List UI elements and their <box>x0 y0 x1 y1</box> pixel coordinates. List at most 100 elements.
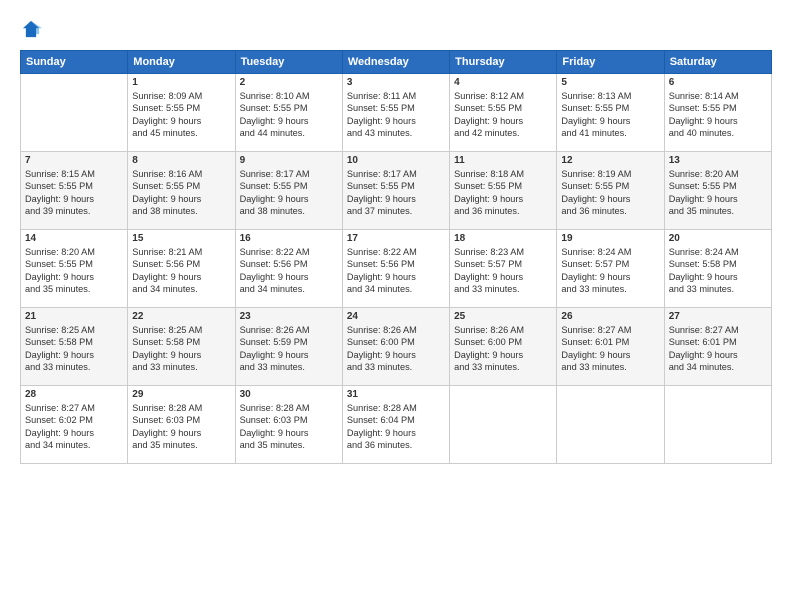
logo <box>20 18 46 40</box>
day-header-tuesday: Tuesday <box>235 51 342 74</box>
calendar-table: SundayMondayTuesdayWednesdayThursdayFrid… <box>20 50 772 464</box>
day-number: 7 <box>25 155 123 166</box>
cell-content: Sunrise: 8:24 AMSunset: 5:58 PMDaylight:… <box>669 246 767 296</box>
day-number: 10 <box>347 155 445 166</box>
cell-line: and 43 minutes. <box>347 127 445 139</box>
cell-line: Daylight: 9 hours <box>347 349 445 361</box>
cell-content: Sunrise: 8:17 AMSunset: 5:55 PMDaylight:… <box>240 168 338 218</box>
day-number: 19 <box>561 233 659 244</box>
cell-content: Sunrise: 8:18 AMSunset: 5:55 PMDaylight:… <box>454 168 552 218</box>
cell-line: and 36 minutes. <box>561 205 659 217</box>
cell-line: and 38 minutes. <box>240 205 338 217</box>
cell-line: Sunrise: 8:26 AM <box>347 324 445 336</box>
day-number: 21 <box>25 311 123 322</box>
day-number: 2 <box>240 77 338 88</box>
calendar-cell: 30Sunrise: 8:28 AMSunset: 6:03 PMDayligh… <box>235 386 342 464</box>
cell-line: Sunrise: 8:26 AM <box>454 324 552 336</box>
cell-content: Sunrise: 8:27 AMSunset: 6:01 PMDaylight:… <box>561 324 659 374</box>
day-number: 15 <box>132 233 230 244</box>
cell-line: Daylight: 9 hours <box>240 115 338 127</box>
cell-line: Daylight: 9 hours <box>132 115 230 127</box>
cell-line: Sunset: 5:55 PM <box>240 102 338 114</box>
cell-line: Sunset: 5:55 PM <box>561 102 659 114</box>
cell-line: Daylight: 9 hours <box>240 193 338 205</box>
calendar-cell: 24Sunrise: 8:26 AMSunset: 6:00 PMDayligh… <box>342 308 449 386</box>
calendar-cell: 18Sunrise: 8:23 AMSunset: 5:57 PMDayligh… <box>450 230 557 308</box>
cell-content: Sunrise: 8:28 AMSunset: 6:03 PMDaylight:… <box>132 402 230 452</box>
cell-line: Sunset: 6:00 PM <box>454 336 552 348</box>
cell-line: Daylight: 9 hours <box>240 427 338 439</box>
day-header-monday: Monday <box>128 51 235 74</box>
cell-line: and 37 minutes. <box>347 205 445 217</box>
cell-line: Sunrise: 8:14 AM <box>669 90 767 102</box>
cell-line: Sunset: 6:01 PM <box>669 336 767 348</box>
cell-content: Sunrise: 8:27 AMSunset: 6:01 PMDaylight:… <box>669 324 767 374</box>
cell-line: Sunset: 5:55 PM <box>132 102 230 114</box>
calendar-cell: 5Sunrise: 8:13 AMSunset: 5:55 PMDaylight… <box>557 74 664 152</box>
week-row-0: 1Sunrise: 8:09 AMSunset: 5:55 PMDaylight… <box>21 74 772 152</box>
cell-line: Sunset: 5:55 PM <box>347 102 445 114</box>
cell-line: and 33 minutes. <box>240 361 338 373</box>
cell-line: and 42 minutes. <box>454 127 552 139</box>
cell-line: and 35 minutes. <box>669 205 767 217</box>
cell-line: and 34 minutes. <box>132 283 230 295</box>
day-header-thursday: Thursday <box>450 51 557 74</box>
cell-line: Sunrise: 8:28 AM <box>240 402 338 414</box>
day-number: 3 <box>347 77 445 88</box>
day-number: 6 <box>669 77 767 88</box>
cell-line: Sunset: 5:56 PM <box>347 258 445 270</box>
day-number: 8 <box>132 155 230 166</box>
cell-line: Sunrise: 8:27 AM <box>25 402 123 414</box>
week-row-1: 7Sunrise: 8:15 AMSunset: 5:55 PMDaylight… <box>21 152 772 230</box>
cell-line: Daylight: 9 hours <box>561 193 659 205</box>
calendar-cell: 11 Sunrise: 8:18 AMSunset: 5:55 PMDayligh… <box>450 152 557 230</box>
calendar-cell: 21Sunrise: 8:25 AMSunset: 5:58 PMDayligh… <box>21 308 128 386</box>
cell-line: and 34 minutes. <box>669 361 767 373</box>
cell-line: Sunset: 6:02 PM <box>25 414 123 426</box>
cell-line: and 45 minutes. <box>132 127 230 139</box>
cell-content: Sunrise: 8:19 AMSunset: 5:55 PMDaylight:… <box>561 168 659 218</box>
cell-line: Sunset: 5:55 PM <box>25 258 123 270</box>
header <box>20 18 772 40</box>
cell-line: Sunrise: 8:22 AM <box>347 246 445 258</box>
cell-line: Sunrise: 8:23 AM <box>454 246 552 258</box>
cell-line: Daylight: 9 hours <box>25 349 123 361</box>
cell-line: Sunrise: 8:15 AM <box>25 168 123 180</box>
cell-line: and 33 minutes. <box>561 283 659 295</box>
calendar-cell <box>557 386 664 464</box>
calendar-cell: 16Sunrise: 8:22 AMSunset: 5:56 PMDayligh… <box>235 230 342 308</box>
cell-line: Daylight: 9 hours <box>561 271 659 283</box>
day-number: 9 <box>240 155 338 166</box>
cell-line: Daylight: 9 hours <box>240 349 338 361</box>
day-number: 18 <box>454 233 552 244</box>
calendar-cell: 28Sunrise: 8:27 AMSunset: 6:02 PMDayligh… <box>21 386 128 464</box>
day-number: 30 <box>240 389 338 400</box>
cell-line: and 36 minutes. <box>347 439 445 451</box>
day-number: 26 <box>561 311 659 322</box>
cell-line: Sunset: 6:04 PM <box>347 414 445 426</box>
cell-line: Sunset: 5:55 PM <box>561 180 659 192</box>
cell-line: and 44 minutes. <box>240 127 338 139</box>
cell-line: Sunrise: 8:20 AM <box>25 246 123 258</box>
cell-line: Sunrise: 8:21 AM <box>132 246 230 258</box>
calendar-cell: 19 Sunrise: 8:24 AMSunset: 5:57 PMDayligh… <box>557 230 664 308</box>
cell-content: Sunrise: 8:24 AMSunset: 5:57 PMDaylight:… <box>561 246 659 296</box>
calendar-header: SundayMondayTuesdayWednesdayThursdayFrid… <box>21 51 772 74</box>
cell-line: and 39 minutes. <box>25 205 123 217</box>
cell-line: Sunset: 6:01 PM <box>561 336 659 348</box>
cell-line: Daylight: 9 hours <box>454 349 552 361</box>
cell-line: Daylight: 9 hours <box>132 427 230 439</box>
calendar-cell: 12Sunrise: 8:19 AMSunset: 5:55 PMDayligh… <box>557 152 664 230</box>
day-number: 11 <box>454 155 552 166</box>
day-header-friday: Friday <box>557 51 664 74</box>
cell-line: Sunrise: 8:22 AM <box>240 246 338 258</box>
calendar-cell: 6Sunrise: 8:14 AMSunset: 5:55 PMDaylight… <box>664 74 771 152</box>
cell-line: Sunrise: 8:26 AM <box>240 324 338 336</box>
day-number: 25 <box>454 311 552 322</box>
calendar-cell <box>664 386 771 464</box>
cell-content: Sunrise: 8:16 AMSunset: 5:55 PMDaylight:… <box>132 168 230 218</box>
calendar-cell: 31Sunrise: 8:28 AMSunset: 6:04 PMDayligh… <box>342 386 449 464</box>
cell-line: Daylight: 9 hours <box>347 271 445 283</box>
day-number: 20 <box>669 233 767 244</box>
calendar-cell: 27Sunrise: 8:27 AMSunset: 6:01 PMDayligh… <box>664 308 771 386</box>
